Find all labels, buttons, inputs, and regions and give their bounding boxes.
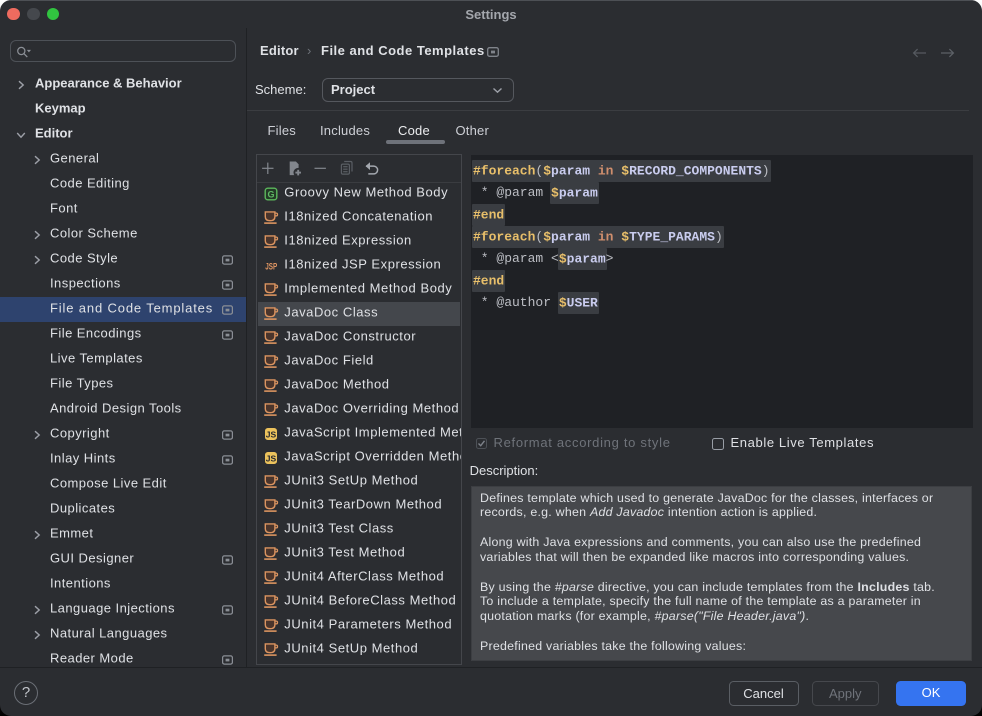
- svg-text:JS: JS: [265, 429, 276, 439]
- svg-text:G: G: [267, 189, 274, 199]
- svg-text:JSP: JSP: [265, 261, 277, 272]
- svg-text:JS: JS: [265, 453, 276, 463]
